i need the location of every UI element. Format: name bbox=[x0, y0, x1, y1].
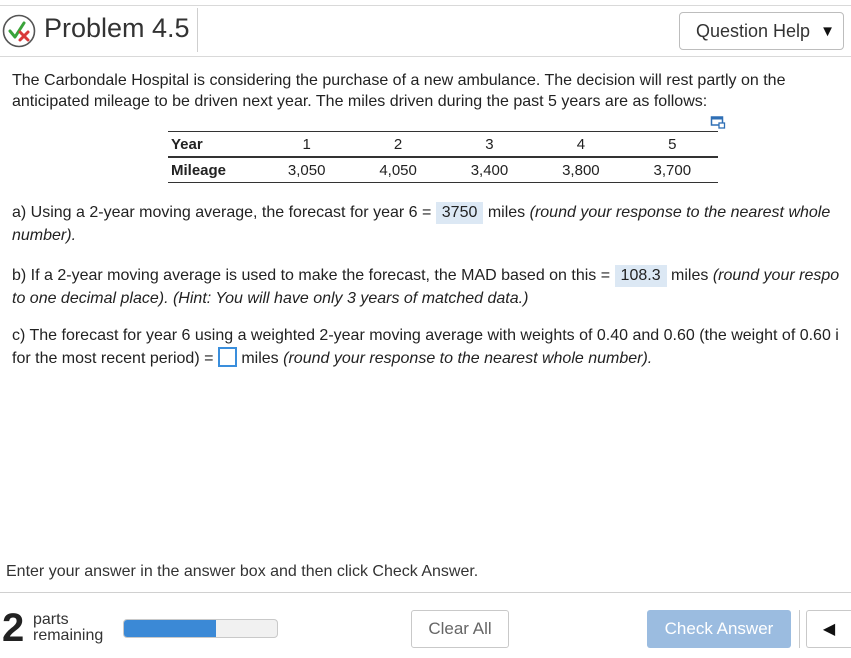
question-part-c: c) The forecast for year 6 using a weigh… bbox=[12, 324, 851, 370]
partially-correct-icon bbox=[2, 14, 36, 48]
progress-bar bbox=[123, 619, 278, 638]
header-bottom-divider bbox=[0, 56, 851, 57]
footer-divider bbox=[0, 592, 851, 593]
part-c-unit: miles bbox=[241, 350, 279, 367]
part-b-note: (round your respo bbox=[712, 267, 840, 284]
table-row-mileage: Mileage 3,050 4,050 3,400 3,800 3,700 bbox=[168, 157, 718, 183]
part-b-note-cont: to one decimal place). (Hint: You will h… bbox=[12, 290, 529, 307]
nav-divider bbox=[799, 610, 800, 648]
part-c-text-cont: for the most recent period) = bbox=[12, 350, 214, 367]
year-cell: 4 bbox=[535, 131, 627, 158]
part-b-text: b) If a 2-year moving average is used to… bbox=[12, 267, 611, 284]
year-cell: 3 bbox=[443, 131, 536, 158]
instruction-text: Enter your answer in the answer box and … bbox=[6, 563, 479, 580]
year-cell: 5 bbox=[626, 131, 718, 158]
part-b-unit: miles bbox=[671, 267, 709, 284]
header: Problem 4.5 Question Help ▼ bbox=[0, 0, 851, 58]
title-divider bbox=[197, 8, 198, 52]
caret-down-icon: ▼ bbox=[820, 22, 835, 40]
parts-label-line2: remaining bbox=[33, 627, 104, 644]
triangle-left-icon: ◀ bbox=[822, 621, 836, 638]
part-c-note: (round your response to the nearest whol… bbox=[283, 350, 653, 367]
parts-label-line1: parts bbox=[33, 611, 69, 628]
answer-input[interactable] bbox=[217, 347, 237, 368]
header-top-divider bbox=[0, 5, 851, 6]
year-cell: 1 bbox=[261, 131, 353, 158]
part-a-text: a) Using a 2-year moving average, the fo… bbox=[12, 204, 432, 221]
part-b-answer: 108.3 bbox=[614, 265, 667, 287]
check-answer-button[interactable]: Check Answer bbox=[647, 610, 791, 648]
table-row-year: Year 1 2 3 4 5 bbox=[168, 131, 718, 158]
mileage-cell: 4,050 bbox=[352, 157, 444, 183]
part-a-note: (round your response to the nearest whol… bbox=[529, 204, 831, 221]
clear-all-button[interactable]: Clear All bbox=[411, 610, 509, 648]
question-help-label: Question Help bbox=[696, 20, 811, 41]
mileage-cell: 3,050 bbox=[261, 157, 353, 183]
question-help-button[interactable]: Question Help ▼ bbox=[679, 12, 844, 50]
part-a-note-cont: number). bbox=[12, 227, 77, 244]
year-cell: 2 bbox=[352, 131, 444, 158]
mileage-table: Year 1 2 3 4 5 Mileage 3,050 4,050 3,400… bbox=[168, 131, 718, 183]
mileage-cell: 3,400 bbox=[443, 157, 536, 183]
parts-remaining-label: parts remaining bbox=[33, 612, 103, 644]
mileage-cell: 3,700 bbox=[626, 157, 718, 183]
part-a-unit: miles bbox=[487, 204, 526, 221]
copy-table-icon[interactable] bbox=[710, 114, 726, 130]
question-part-b: b) If a 2-year moving average is used to… bbox=[12, 264, 851, 310]
question-part-a: a) Using a 2-year moving average, the fo… bbox=[12, 201, 851, 247]
part-c-text: c) The forecast for year 6 using a weigh… bbox=[12, 327, 839, 344]
page-title: Problem 4.5 bbox=[44, 13, 190, 43]
row-label-year: Year bbox=[168, 131, 261, 158]
problem-statement: The Carbondale Hospital is considering t… bbox=[12, 72, 786, 110]
progress-fill bbox=[124, 620, 216, 637]
row-label-mileage: Mileage bbox=[168, 157, 261, 183]
mileage-cell: 3,800 bbox=[535, 157, 627, 183]
part-a-answer: 3750 bbox=[435, 202, 484, 224]
parts-remaining-count: 2 bbox=[2, 606, 25, 650]
previous-question-button[interactable]: ◀ bbox=[806, 610, 851, 648]
